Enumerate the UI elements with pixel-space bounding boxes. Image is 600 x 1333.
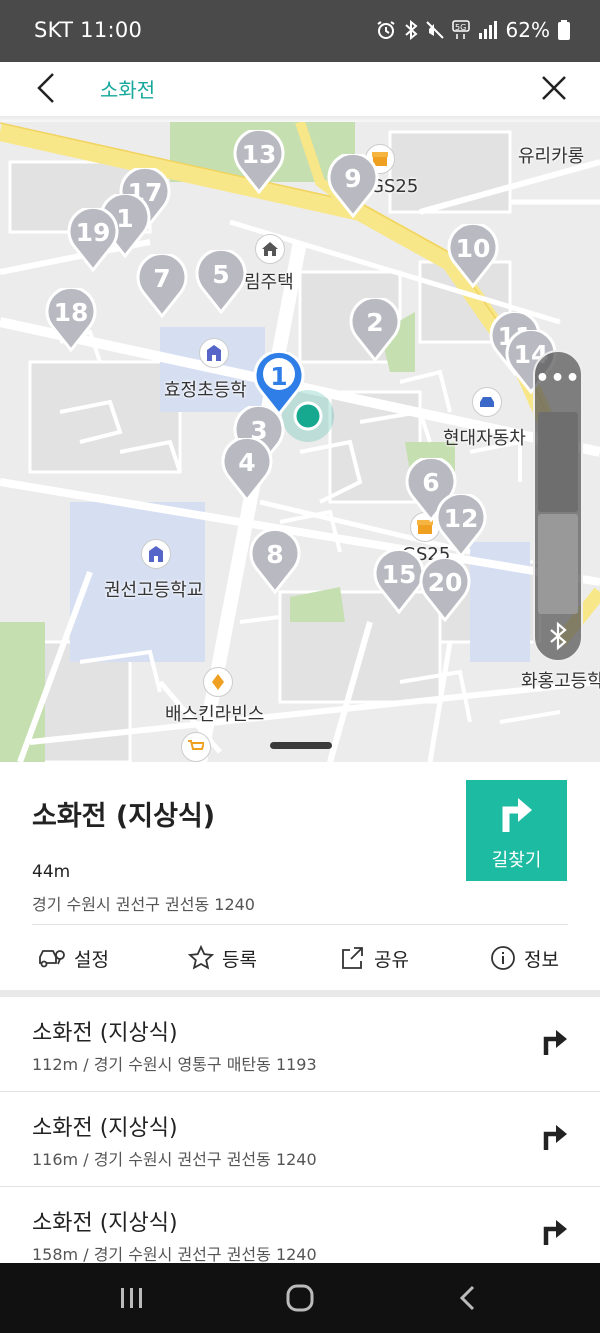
chevron-left-icon: [37, 73, 54, 103]
school-icon-2[interactable]: [141, 539, 171, 569]
zoom-track-lower: [538, 514, 578, 614]
result-name: 소화전 (지상식): [32, 1021, 178, 1046]
svg-text:5G: 5G: [455, 23, 466, 32]
app-header: 소화전: [0, 62, 600, 118]
map-pin[interactable]: 10: [446, 224, 500, 288]
info-button[interactable]: 정보: [490, 938, 559, 978]
map-label-rim: 림주택: [244, 272, 294, 293]
zoom-slider[interactable]: •••: [533, 350, 583, 662]
map-pin[interactable]: 19: [66, 208, 120, 272]
alarm-icon: [376, 21, 395, 39]
result-name: 소화전 (지상식): [32, 1116, 178, 1141]
share-button[interactable]: 공유: [340, 938, 409, 978]
map-pin[interactable]: 18: [44, 288, 98, 352]
school-icon[interactable]: [199, 338, 229, 368]
home-poi-icon[interactable]: [255, 234, 285, 264]
place-detail-card: 소화전 (지상식) 길찾기 44m 경기 수원시 권선구 권선동 1240 설정…: [0, 762, 600, 990]
info-icon: [491, 946, 515, 970]
status-bar: SKT 11:00 5G 62%: [0, 0, 600, 62]
zoom-track-upper: [538, 412, 578, 512]
turn-right-icon[interactable]: [542, 1027, 570, 1057]
home-icon: [286, 1284, 314, 1312]
system-nav-bar: [0, 1263, 600, 1333]
place-distance: 44m: [32, 862, 71, 882]
home-button[interactable]: [275, 1283, 325, 1313]
map-view[interactable]: 유리카롱 GS25 림주택 효정초등학 현대자동차 GS25 권선고등학교 배스…: [0, 122, 600, 762]
result-detail: 112m / 경기 수원시 영통구 매탄동 1193: [32, 1055, 317, 1074]
page-title: 소화전: [100, 78, 156, 102]
recent-apps-icon: [121, 1288, 142, 1308]
map-pin[interactable]: 9: [326, 154, 380, 218]
result-detail: 158m / 경기 수원시 권선구 권선동 1240: [32, 1245, 317, 1263]
place-address: 경기 수원시 권선구 권선동 1240: [32, 895, 255, 914]
share-label: 공유: [374, 948, 409, 971]
turn-right-icon[interactable]: [542, 1122, 570, 1152]
list-item[interactable]: 소화전 (지상식) 116m / 경기 수원시 권선구 권선동 1240: [0, 1092, 600, 1187]
section-divider: [0, 990, 600, 997]
turn-right-icon: [502, 798, 532, 832]
result-name: 소화전 (지상식): [32, 1211, 178, 1236]
map-pin[interactable]: 8: [248, 530, 302, 594]
cart-icon[interactable]: [181, 732, 211, 762]
status-icons: 5G 62%: [376, 18, 570, 42]
selected-map-pin[interactable]: 1: [252, 352, 306, 416]
map-pin[interactable]: 2: [348, 298, 402, 362]
map-pin[interactable]: 5: [194, 250, 248, 314]
close-button[interactable]: [532, 66, 576, 110]
map-label-gwonseon: 권선고등학교: [104, 580, 204, 601]
map-label-baskin: 배스킨라빈스: [165, 704, 265, 725]
bookmark-label: 등록: [222, 948, 257, 971]
route-button-label: 길찾기: [491, 850, 542, 871]
list-item[interactable]: 소화전 (지상식) 158m / 경기 수원시 권선구 권선동 1240: [0, 1187, 600, 1263]
recent-apps-button[interactable]: [107, 1283, 157, 1313]
more-options-icon[interactable]: •••: [535, 366, 581, 391]
status-time: SKT 11:00: [34, 18, 143, 42]
info-label: 정보: [524, 948, 559, 971]
battery-icon: [558, 20, 570, 40]
share-icon: [342, 947, 363, 969]
list-item[interactable]: 소화전 (지상식) 112m / 경기 수원시 영통구 매탄동 1193: [0, 997, 600, 1092]
back-button[interactable]: [24, 66, 68, 110]
mute-icon: [425, 21, 444, 39]
map-label-yuri: 유리카롱: [518, 146, 585, 167]
star-icon: [188, 945, 214, 970]
map-pin[interactable]: 12: [434, 494, 488, 558]
map-pin[interactable]: 20: [418, 558, 472, 622]
map-pin[interactable]: 7: [135, 254, 189, 318]
close-icon: [542, 76, 566, 100]
back-nav-button[interactable]: [443, 1283, 493, 1313]
bluetooth-icon: [404, 20, 418, 40]
map-pin[interactable]: 4: [220, 438, 274, 502]
signal-icon: [478, 21, 497, 39]
icecream-icon[interactable]: [203, 667, 233, 697]
car-dealer-icon[interactable]: [472, 387, 502, 417]
place-name: 소화전 (지상식): [32, 801, 216, 832]
map-pin[interactable]: 13: [232, 130, 286, 194]
map-label-hyojeong: 효정초등학: [164, 380, 247, 401]
route-button[interactable]: 길찾기: [466, 780, 567, 881]
action-bar: 설정 등록 공유 정보: [0, 938, 600, 982]
bluetooth-icon: [550, 622, 567, 650]
map-label-hwahong: 화홍고등학: [521, 671, 600, 692]
divider: [32, 924, 568, 925]
bookmark-button[interactable]: 등록: [188, 938, 257, 978]
map-label-hyundai: 현대자동차: [443, 428, 526, 449]
sheet-drag-handle[interactable]: [270, 742, 332, 749]
set-location-label: 설정: [74, 948, 109, 971]
set-location-button[interactable]: 설정: [38, 938, 109, 978]
back-icon: [459, 1285, 475, 1311]
car-location-icon: [39, 950, 65, 968]
5g-icon: 5G: [451, 20, 470, 39]
result-detail: 116m / 경기 수원시 권선구 권선동 1240: [32, 1150, 317, 1169]
turn-right-icon[interactable]: [542, 1217, 570, 1247]
battery-percent: 62%: [505, 18, 550, 42]
result-list: 소화전 (지상식) 112m / 경기 수원시 영통구 매탄동 1193 소화전…: [0, 997, 600, 1263]
